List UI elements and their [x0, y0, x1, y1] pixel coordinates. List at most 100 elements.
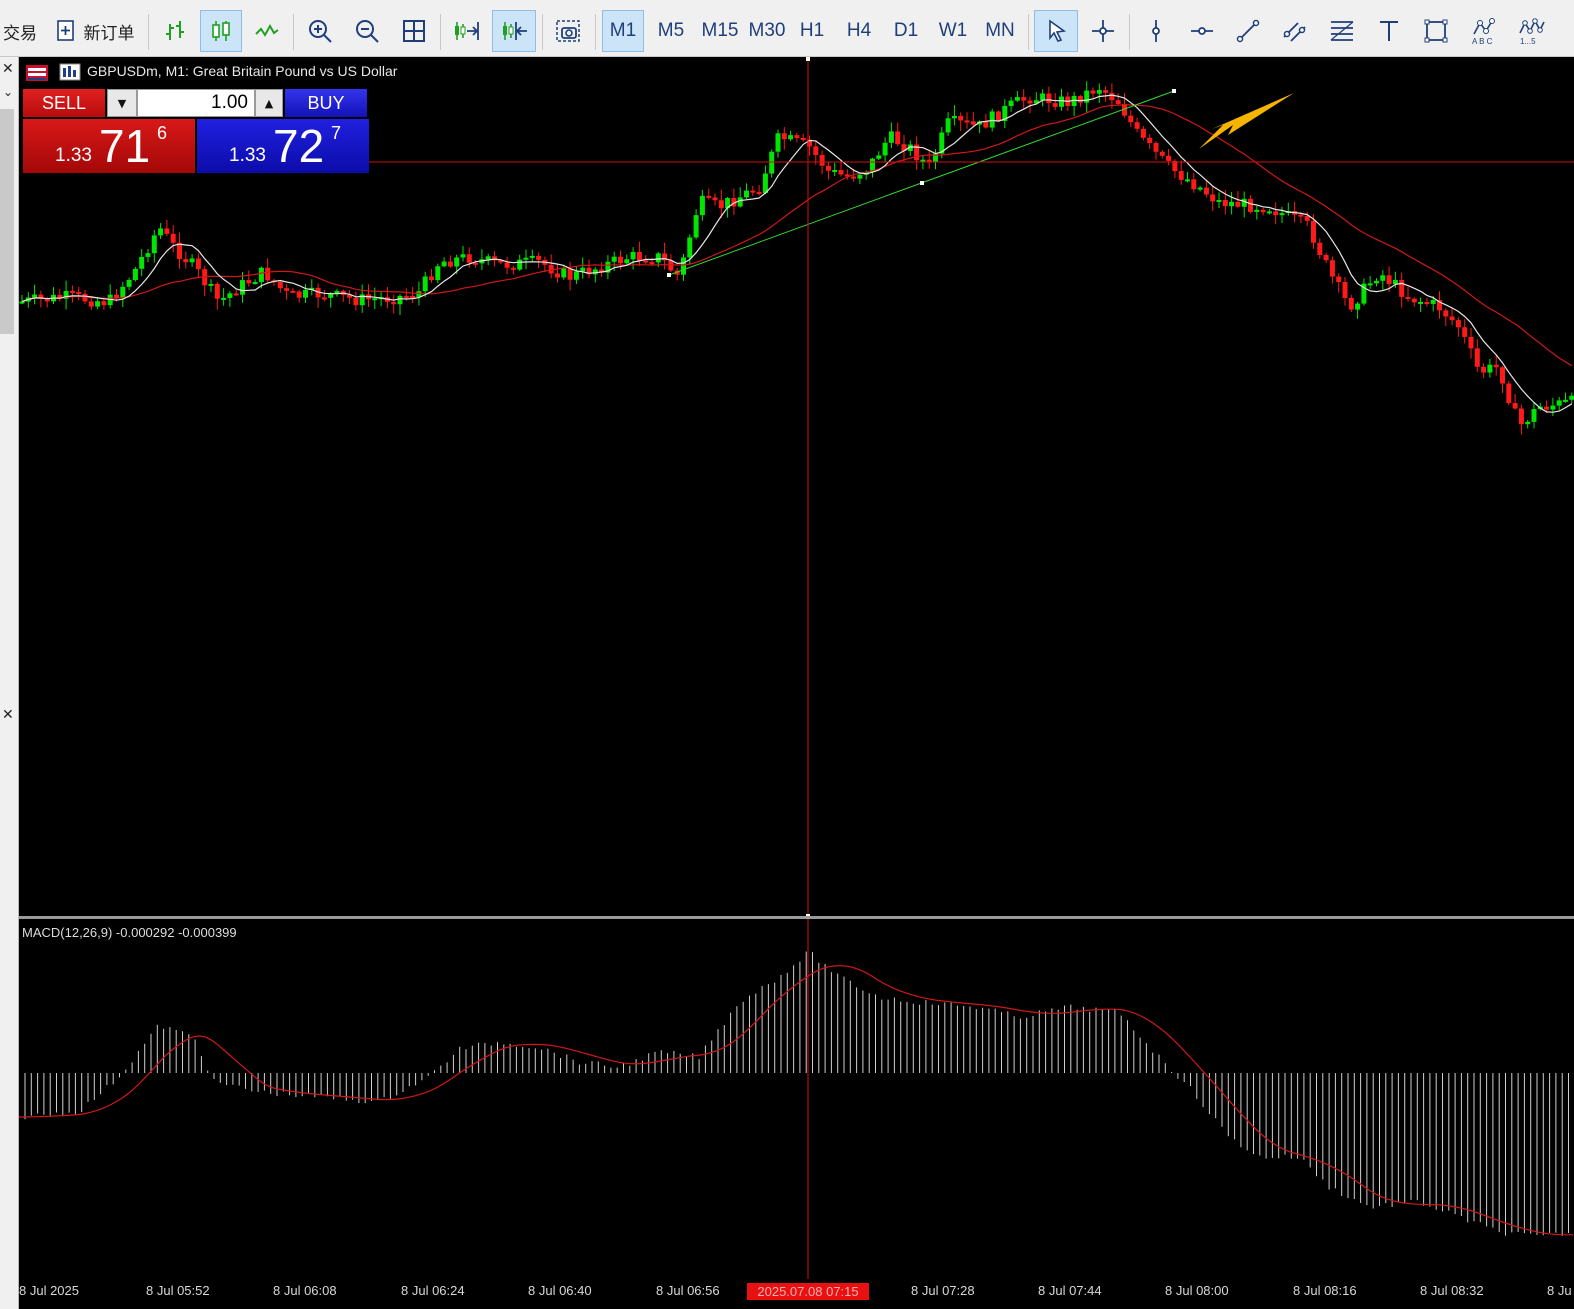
auto-scroll-icon — [455, 22, 479, 40]
arrow-up-icon: ▲ — [264, 96, 274, 110]
price-chart[interactable]: GBPUSDm, M1: Great Britain Pound vs US D… — [19, 57, 1574, 1309]
candle-body — [1443, 310, 1449, 317]
candle-body — [88, 301, 94, 307]
timeframe-w1-button[interactable]: W1 — [932, 10, 974, 52]
candle-body — [1027, 100, 1033, 104]
time-axis-tick: 8 Jul 06:24 — [401, 1283, 465, 1298]
candlestick-chart-button[interactable] — [200, 10, 242, 52]
channel-tool-button[interactable] — [1275, 10, 1315, 52]
candle-body — [1052, 103, 1058, 107]
candle-body — [1229, 201, 1235, 207]
chart-canvas[interactable] — [19, 57, 1574, 1309]
chart-symbol-icon[interactable] — [59, 63, 81, 81]
candle-body — [536, 255, 542, 260]
candle-body — [888, 131, 894, 143]
timeframe-h4-button[interactable]: H4 — [838, 10, 880, 52]
elliott-abc-tool-button[interactable]: A B C — [1462, 10, 1506, 52]
candle-body — [1374, 280, 1379, 284]
fibonacci-tool-button[interactable] — [1322, 10, 1362, 52]
time-axis-tick: 8 Jul 06:40 — [528, 1283, 592, 1298]
sell-price-button[interactable]: 1.33 71 6 — [23, 119, 195, 173]
buy-price-super: 7 — [331, 123, 342, 143]
timeframe-m1-button[interactable]: M1 — [602, 10, 644, 52]
candle-body — [1386, 275, 1392, 285]
candle-body — [397, 295, 403, 305]
close-icon[interactable]: ✕ — [2, 61, 14, 77]
candle-body — [221, 297, 227, 300]
svg-text:1...5: 1...5 — [1520, 37, 1536, 46]
candle-body — [1411, 298, 1417, 303]
candle-body — [744, 190, 749, 198]
line-chart-button[interactable] — [247, 10, 287, 52]
timeframe-m5-button[interactable]: M5 — [650, 10, 692, 52]
zoom-in-button[interactable] — [300, 10, 340, 52]
time-axis-tick: 8 Jul 08:16 — [1293, 1283, 1357, 1298]
screenshot-button[interactable] — [548, 10, 588, 52]
close-icon[interactable]: ✕ — [2, 707, 14, 723]
bar-chart-icon — [166, 21, 184, 40]
timeframe-m15-button[interactable]: M15 — [697, 10, 743, 52]
candle-body — [1134, 122, 1140, 129]
timeframe-h1-button[interactable]: H1 — [791, 10, 833, 52]
text-tool-button[interactable] — [1369, 10, 1409, 52]
cursor-tool-button[interactable] — [1034, 10, 1078, 52]
candle-body — [240, 280, 245, 295]
candle-body — [328, 293, 334, 298]
candle-body — [1367, 283, 1373, 286]
timeframe-label: M5 — [657, 20, 685, 41]
candle-body — [1109, 92, 1115, 101]
time-axis-tick: 8 Jul 08:32 — [1420, 1283, 1484, 1298]
candle-body — [681, 257, 686, 275]
new-order-button[interactable]: 新订单 — [46, 10, 142, 52]
candle-body — [1008, 100, 1014, 106]
buy-price-button[interactable]: 1.33 72 7 — [197, 119, 369, 173]
vertical-line-tool-button[interactable] — [1136, 10, 1176, 52]
candle-body — [996, 111, 1001, 121]
timeframe-d1-button[interactable]: D1 — [885, 10, 927, 52]
zoom-out-button[interactable] — [347, 10, 387, 52]
candle-body — [1481, 366, 1487, 373]
sell-price-prefix: 1.33 — [55, 145, 92, 166]
candle-body — [825, 165, 831, 171]
candle-body — [1355, 303, 1361, 310]
candle-body — [435, 266, 441, 281]
crosshair-handle — [806, 57, 810, 61]
trendline-anchor — [667, 273, 671, 277]
candle-body — [1115, 100, 1121, 105]
candle-body — [1153, 143, 1159, 152]
volume-input[interactable]: 1.00 — [137, 89, 255, 117]
chevron-icon[interactable]: ⌄ — [3, 85, 13, 99]
grid-icon — [403, 20, 425, 42]
candle-body — [655, 253, 661, 263]
fibonacci-icon — [1330, 21, 1354, 41]
shapes-tool-button[interactable] — [1416, 10, 1456, 52]
candle-body — [1273, 211, 1279, 216]
sell-button[interactable]: SELL — [23, 89, 105, 117]
chart-shift-button[interactable] — [492, 10, 536, 52]
candle-body — [1103, 90, 1109, 93]
trade-menu-button[interactable]: 交易 — [0, 10, 40, 52]
panel-scrollbar[interactable] — [0, 109, 14, 334]
volume-increase-button[interactable]: ▲ — [255, 89, 283, 117]
candle-body — [1140, 128, 1146, 138]
candle-body — [851, 176, 857, 179]
auto-scroll-button[interactable] — [446, 10, 486, 52]
tile-windows-button[interactable] — [394, 10, 434, 52]
crosshair-tool-button[interactable] — [1083, 10, 1123, 52]
candle-body — [636, 251, 642, 261]
bar-chart-button[interactable] — [155, 10, 195, 52]
chart-title: GBPUSDm, M1: Great Britain Pound vs US D… — [87, 63, 398, 79]
timeframe-mn-button[interactable]: MN — [979, 10, 1021, 52]
volume-decrease-button[interactable]: ▼ — [107, 89, 137, 117]
timeframe-m30-button[interactable]: M30 — [744, 10, 790, 52]
chart-menu-icon[interactable] — [25, 64, 49, 82]
candle-body — [1462, 327, 1468, 337]
horizontal-line-tool-button[interactable] — [1182, 10, 1222, 52]
candle-body — [788, 135, 794, 140]
buy-button[interactable]: BUY — [285, 89, 367, 117]
buy-price-main: 72 — [273, 120, 325, 172]
candle-body — [429, 276, 434, 281]
elliott-impulse-tool-button[interactable]: 1...5 — [1510, 10, 1554, 52]
trendline-tool-button[interactable] — [1228, 10, 1268, 52]
candle-body — [1506, 383, 1512, 404]
